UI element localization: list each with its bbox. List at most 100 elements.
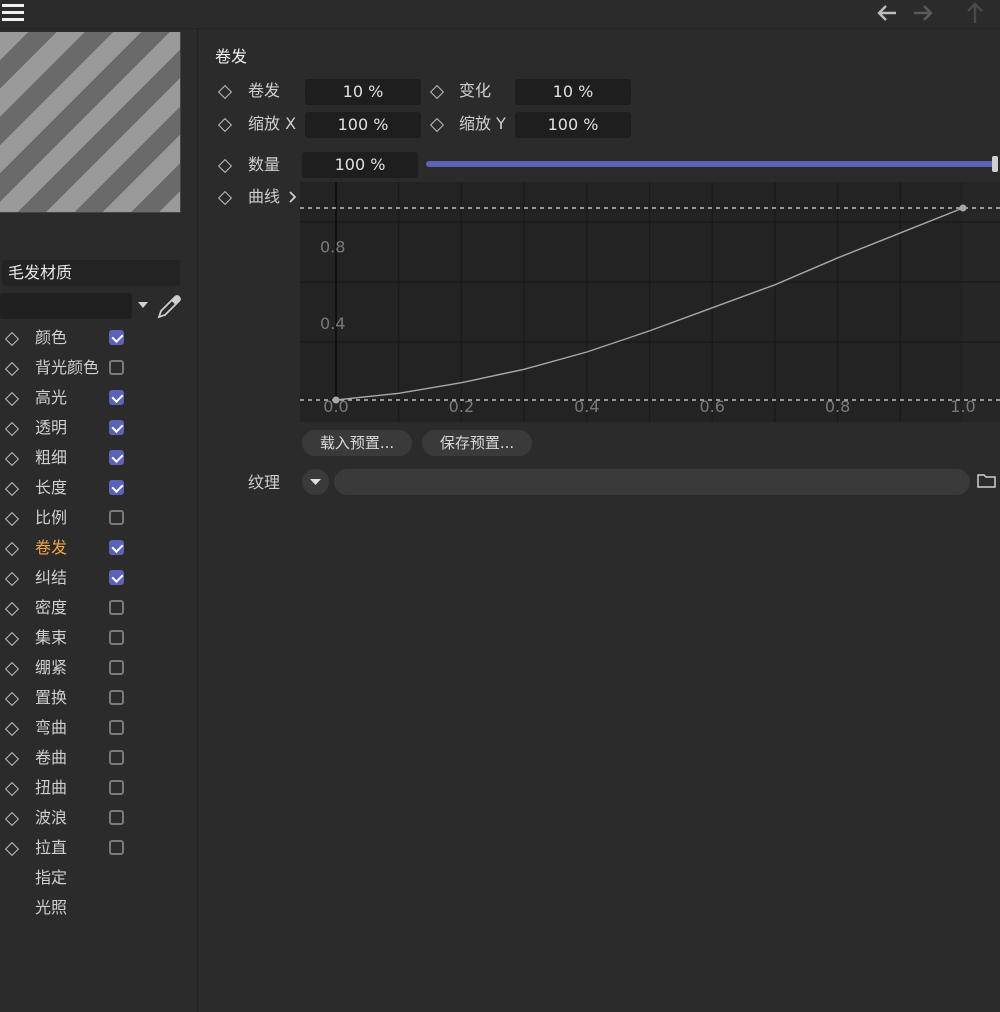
y-tick-label: 0.4 — [320, 314, 345, 333]
keyframe-diamond-icon[interactable] — [4, 421, 20, 437]
curve-control-point[interactable] — [959, 204, 967, 212]
keyframe-diamond-icon[interactable] — [4, 391, 20, 407]
variation-field[interactable]: 10 % — [515, 79, 631, 105]
channel-checkbox[interactable] — [109, 720, 124, 735]
channel-label[interactable]: 置换 — [35, 688, 67, 708]
curve-control-point[interactable] — [332, 396, 340, 404]
keyframe-diamond-icon[interactable] — [429, 84, 445, 100]
material-select[interactable] — [0, 293, 132, 319]
channel-checkbox[interactable] — [109, 630, 124, 645]
keyframe-diamond-icon[interactable] — [4, 721, 20, 737]
arrow-right-icon[interactable] — [912, 2, 934, 24]
channel-label[interactable]: 长度 — [35, 478, 67, 498]
variation-label: 变化 — [459, 81, 492, 100]
x-tick-label: 0.4 — [574, 397, 599, 416]
keyframe-diamond-icon[interactable] — [4, 601, 20, 617]
channel-checkbox[interactable] — [109, 510, 124, 525]
hamburger-icon[interactable] — [2, 3, 24, 23]
channel-label[interactable]: 弯曲 — [35, 718, 67, 738]
channel-checkbox[interactable] — [109, 390, 124, 405]
scale-y-field[interactable]: 100 % — [515, 112, 631, 138]
channel-label[interactable]: 卷曲 — [35, 748, 67, 768]
channel-label[interactable]: 扭曲 — [35, 778, 67, 798]
channel-checkbox[interactable] — [109, 570, 124, 585]
keyframe-diamond-icon[interactable] — [4, 781, 20, 797]
eyedropper-icon[interactable] — [156, 294, 182, 320]
chevron-right-icon[interactable] — [288, 190, 298, 204]
amount-slider-fill — [426, 161, 994, 167]
arrow-up-icon[interactable] — [964, 1, 986, 25]
channel-label[interactable]: 透明 — [35, 418, 67, 438]
channel-label[interactable]: 指定 — [35, 868, 67, 888]
load-preset-button[interactable]: 载入预置... — [302, 430, 412, 456]
channel-label[interactable]: 颜色 — [35, 328, 67, 348]
channel-label[interactable]: 高光 — [35, 388, 67, 408]
keyframe-diamond-icon[interactable] — [4, 631, 20, 647]
keyframe-diamond-icon[interactable] — [4, 331, 20, 347]
folder-icon[interactable] — [977, 473, 997, 489]
x-tick-label: 0.6 — [699, 397, 724, 416]
keyframe-diamond-icon[interactable] — [429, 117, 445, 133]
scale-y-label: 缩放 Y — [459, 114, 506, 133]
channel-label[interactable]: 背光颜色 — [35, 358, 99, 378]
channel-label[interactable]: 密度 — [35, 598, 67, 618]
scale-x-field[interactable]: 100 % — [305, 112, 421, 138]
channel-label[interactable]: 光照 — [35, 898, 67, 918]
keyframe-diamond-icon[interactable] — [4, 841, 20, 857]
material-name-field[interactable]: 毛发材质 — [2, 260, 180, 286]
chevron-down-icon[interactable] — [138, 301, 148, 309]
channel-checkbox[interactable] — [109, 480, 124, 495]
texture-mode-button[interactable] — [302, 469, 329, 495]
channel-label[interactable]: 粗细 — [35, 448, 67, 468]
channel-checkbox[interactable] — [109, 450, 124, 465]
channel-checkbox[interactable] — [109, 690, 124, 705]
keyframe-diamond-icon[interactable] — [217, 84, 233, 100]
amount-slider-track[interactable] — [426, 161, 994, 167]
keyframe-diamond-icon[interactable] — [217, 158, 233, 174]
channel-checkbox[interactable] — [109, 660, 124, 675]
channel-checkbox[interactable] — [109, 810, 124, 825]
channel-checkbox[interactable] — [109, 780, 124, 795]
material-preview — [0, 32, 181, 213]
keyframe-diamond-icon[interactable] — [4, 481, 20, 497]
channel-checkbox[interactable] — [109, 600, 124, 615]
keyframe-diamond-icon[interactable] — [4, 511, 20, 527]
channel-label[interactable]: 绷紧 — [35, 658, 67, 678]
keyframe-diamond-icon[interactable] — [4, 751, 20, 767]
channel-label[interactable]: 卷发 — [35, 538, 67, 558]
keyframe-diamond-icon[interactable] — [4, 661, 20, 677]
keyframe-diamond-icon[interactable] — [4, 361, 20, 377]
keyframe-diamond-icon[interactable] — [217, 117, 233, 133]
amount-slider-handle[interactable] — [992, 156, 998, 172]
keyframe-diamond-icon[interactable] — [4, 691, 20, 707]
channel-label[interactable]: 比例 — [35, 508, 67, 528]
channel-checkbox[interactable] — [109, 750, 124, 765]
panel-divider — [197, 28, 198, 1012]
channel-label[interactable]: 集束 — [35, 628, 67, 648]
keyframe-diamond-icon[interactable] — [4, 541, 20, 557]
channel-checkbox[interactable] — [109, 360, 124, 375]
channel-checkbox[interactable] — [109, 540, 124, 555]
channel-label[interactable]: 波浪 — [35, 808, 67, 828]
keyframe-diamond-icon[interactable] — [4, 451, 20, 467]
channel-checkbox[interactable] — [109, 840, 124, 855]
texture-label: 纹理 — [248, 473, 281, 492]
curl-label: 卷发 — [248, 81, 281, 100]
save-preset-button[interactable]: 保存预置... — [422, 430, 532, 456]
keyframe-diamond-icon[interactable] — [217, 190, 233, 206]
amount-label: 数量 — [248, 155, 281, 174]
scale-x-label: 缩放 X — [248, 114, 297, 133]
keyframe-diamond-icon[interactable] — [4, 811, 20, 827]
texture-path-field[interactable] — [334, 469, 970, 495]
x-tick-label: 0.2 — [449, 397, 474, 416]
channel-label[interactable]: 纠结 — [35, 568, 67, 588]
curl-field[interactable]: 10 % — [305, 79, 421, 105]
x-tick-label: 0.8 — [825, 397, 850, 416]
channel-checkbox[interactable] — [109, 330, 124, 345]
keyframe-diamond-icon[interactable] — [4, 571, 20, 587]
channel-checkbox[interactable] — [109, 420, 124, 435]
arrow-left-icon[interactable] — [876, 2, 898, 24]
curve-chart[interactable]: 0.40.8 0.0 0.2 0.4 0.6 0.8 1.0 — [300, 182, 1000, 422]
amount-field[interactable]: 100 % — [302, 152, 418, 178]
channel-label[interactable]: 拉直 — [35, 838, 67, 858]
